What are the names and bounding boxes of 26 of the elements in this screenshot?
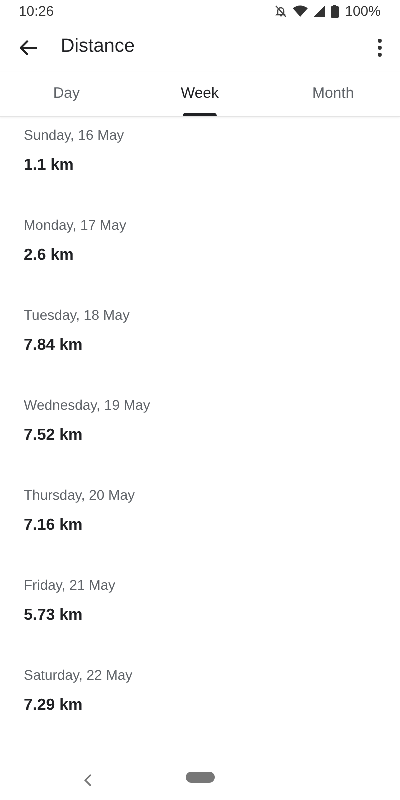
wifi-icon: [293, 5, 308, 18]
battery-percent: 100%: [345, 2, 381, 21]
battery-icon: [331, 4, 340, 18]
tab[interactable]: Week: [133, 72, 267, 116]
entry-date: Friday, 21 May: [24, 576, 116, 594]
entry-date: Tuesday, 18 May: [24, 306, 130, 324]
entry-distance: 7.29 km: [24, 696, 83, 716]
entry-distance: 7.52 km: [24, 426, 83, 446]
home-handle[interactable]: [186, 772, 214, 784]
entry-distance: 7.84 km: [24, 336, 83, 356]
entry-distance: 5.73 km: [24, 606, 83, 626]
back-nav-icon[interactable]: [84, 774, 92, 787]
entry-distance: 7.16 km: [24, 516, 83, 536]
entry-date: Monday, 17 May: [24, 216, 126, 234]
entry-date: Wednesday, 19 May: [24, 396, 150, 414]
signal-icon: [314, 6, 326, 17]
tab[interactable]: Day: [0, 72, 134, 116]
entry-date: Thursday, 20 May: [24, 486, 136, 504]
entry-date: Sunday, 16 May: [24, 126, 124, 144]
screen-title: Distance: [61, 35, 135, 60]
tab[interactable]: Month: [266, 72, 400, 116]
status-time: 10:26: [19, 2, 54, 21]
bell-off-icon: [275, 4, 288, 18]
entry-distance: 2.6 km: [24, 246, 74, 266]
entry-date: Saturday, 22 May: [24, 666, 133, 684]
entry-distance: 1.1 km: [24, 156, 74, 176]
